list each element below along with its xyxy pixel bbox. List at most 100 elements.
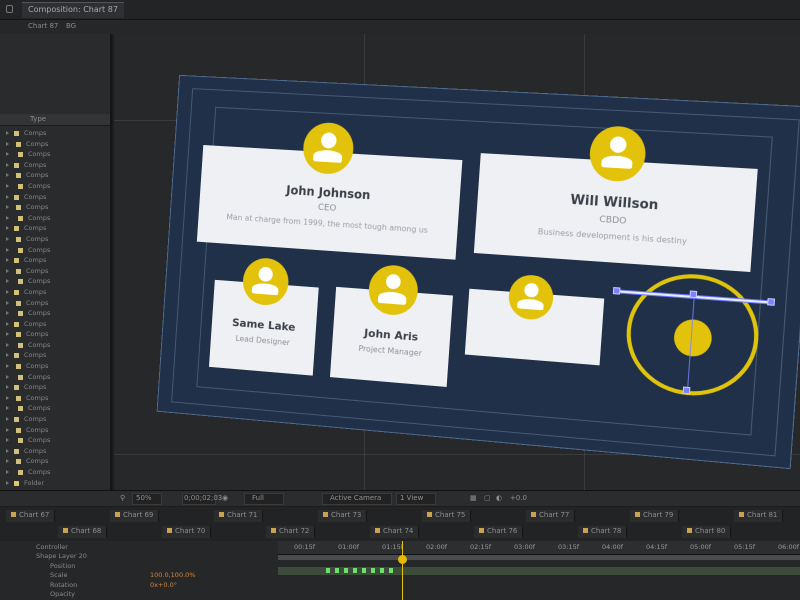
project-item[interactable]: Comps (0, 192, 110, 203)
timeline-tab[interactable]: Chart 81 (734, 510, 784, 522)
expand-triangle-icon[interactable] (6, 332, 9, 337)
property-value[interactable]: 0x+0.0° (150, 581, 177, 589)
timeline-tab[interactable]: Chart 78 (578, 526, 628, 538)
expand-triangle-icon[interactable] (6, 342, 9, 347)
team-card-empty[interactable] (464, 273, 605, 366)
team-card-will-willson[interactable]: Will Willson CBDO Business development i… (473, 124, 758, 273)
project-item[interactable]: Comps (0, 266, 110, 277)
timeline-tab[interactable]: Chart 75 (422, 510, 472, 522)
keyframe-marker[interactable] (326, 568, 330, 573)
timeline-tab[interactable]: Chart 71 (214, 510, 264, 522)
expand-triangle-icon[interactable] (6, 459, 9, 464)
project-item[interactable]: Comps (0, 393, 110, 404)
project-item[interactable]: Comps (0, 446, 110, 457)
expand-triangle-icon[interactable] (6, 417, 9, 422)
project-item[interactable]: Comps (0, 213, 110, 224)
project-item[interactable]: Comps (0, 287, 110, 298)
expand-triangle-icon[interactable] (6, 364, 9, 369)
expand-triangle-icon[interactable] (6, 385, 9, 390)
expand-triangle-icon[interactable] (6, 438, 9, 443)
project-item[interactable]: Comps (0, 234, 110, 245)
project-item[interactable]: Comps (0, 202, 110, 213)
timeline-tab[interactable]: Chart 80 (682, 526, 732, 538)
project-item[interactable]: Comps (0, 435, 110, 446)
expand-triangle-icon[interactable] (6, 279, 9, 284)
transform-handle[interactable] (682, 386, 691, 395)
timeline-tab[interactable]: Chart 72 (266, 526, 316, 538)
keyframe-marker[interactable] (335, 568, 339, 573)
transform-handle[interactable] (612, 287, 621, 295)
project-item[interactable]: Comps (0, 382, 110, 393)
breadcrumb-comp[interactable]: Chart 87 (28, 22, 58, 30)
project-item[interactable]: Comps (0, 319, 110, 330)
project-item[interactable]: Comps (0, 456, 110, 467)
expand-triangle-icon[interactable] (6, 226, 9, 231)
expand-triangle-icon[interactable] (6, 480, 9, 485)
timeline-tab[interactable]: Chart 76 (474, 526, 524, 538)
transform-handle[interactable] (689, 290, 698, 299)
current-time-indicator[interactable] (402, 541, 403, 600)
project-item[interactable]: Comps (0, 350, 110, 361)
timeline-tab[interactable]: Chart 67 (6, 510, 56, 522)
expand-triangle-icon[interactable] (6, 448, 9, 453)
camera-snapshot-icon[interactable]: ◉ (222, 494, 228, 502)
project-item[interactable]: Comps (0, 414, 110, 425)
project-item[interactable]: Comps (0, 245, 110, 256)
timeline-layer-row[interactable]: Scale 100.0,100.0% (0, 571, 270, 580)
expand-triangle-icon[interactable] (6, 374, 9, 379)
project-item[interactable]: Comps (0, 403, 110, 414)
expand-triangle-icon[interactable] (6, 194, 9, 199)
expand-triangle-icon[interactable] (6, 406, 9, 411)
project-item[interactable]: Comps (0, 467, 110, 478)
team-card-same-lake[interactable]: Same Lake Lead Designer (208, 256, 319, 376)
timeline-layer-row[interactable]: Opacity (0, 590, 270, 599)
project-item[interactable]: Comps (0, 361, 110, 372)
expand-triangle-icon[interactable] (6, 152, 9, 157)
expand-triangle-icon[interactable] (6, 470, 9, 474)
expand-triangle-icon[interactable] (6, 162, 9, 167)
project-item[interactable]: Folder (0, 478, 110, 489)
timeline-tab[interactable]: Chart 69 (110, 510, 160, 522)
expand-triangle-icon[interactable] (6, 268, 9, 273)
project-item[interactable]: Comps (0, 181, 110, 192)
playhead-handle[interactable] (398, 555, 407, 564)
exposure-icon[interactable]: ◐ (496, 494, 502, 502)
keyframe-marker[interactable] (389, 568, 393, 573)
project-item[interactable]: Comps (0, 139, 110, 150)
expand-triangle-icon[interactable] (6, 353, 9, 358)
tab-composition[interactable]: Composition: Chart 87 (22, 2, 124, 18)
keyframe-marker[interactable] (353, 568, 357, 573)
keyframe-marker[interactable] (371, 568, 375, 573)
project-item[interactable]: Comps (0, 372, 110, 383)
composition-canvas[interactable]: John Johnson CEO Man at charge from 1999… (156, 74, 800, 470)
expand-triangle-icon[interactable] (6, 311, 9, 316)
timeline-layer-row[interactable]: Rotation 0x+0.0° (0, 581, 270, 590)
expand-triangle-icon[interactable] (6, 300, 9, 305)
project-item[interactable]: Comps (0, 276, 110, 287)
expand-triangle-icon[interactable] (6, 173, 9, 178)
team-card-john-johnson[interactable]: John Johnson CEO Man at charge from 1999… (196, 121, 463, 260)
project-item[interactable]: Comps (0, 329, 110, 340)
expand-triangle-icon[interactable] (6, 183, 9, 188)
magnifier-icon[interactable]: ⚲ (120, 494, 125, 502)
team-card-john-aris[interactable]: John Aris Project Manager (329, 263, 453, 387)
timeline-layer-row[interactable]: Position (0, 562, 270, 571)
exposure-value[interactable]: +0.0 (510, 494, 527, 502)
mask-icon[interactable]: ▢ (484, 494, 491, 502)
expand-triangle-icon[interactable] (6, 395, 9, 400)
expand-triangle-icon[interactable] (6, 289, 9, 294)
resolution-dropdown[interactable] (244, 493, 284, 505)
project-item[interactable]: Comps (0, 298, 110, 309)
timeline-layer-row[interactable]: Shape Layer 20 (0, 552, 270, 561)
timeline-tab[interactable]: Chart 79 (630, 510, 680, 522)
expand-triangle-icon[interactable] (6, 205, 9, 210)
project-item[interactable]: Comps (0, 160, 110, 171)
expand-triangle-icon[interactable] (6, 321, 9, 326)
lock-icon[interactable] (6, 5, 13, 13)
keyframe-marker[interactable] (362, 568, 366, 573)
timeline-tab[interactable]: Chart 74 (370, 526, 420, 538)
timeline-tab[interactable]: Chart 70 (162, 526, 212, 538)
project-item[interactable]: Comps (0, 425, 110, 436)
time-ruler[interactable]: 00:15f 01:00f 01:15f 02:00f 02:15f 03:00f 03:1… (278, 541, 800, 555)
breadcrumb-layer[interactable]: BG (66, 22, 76, 30)
